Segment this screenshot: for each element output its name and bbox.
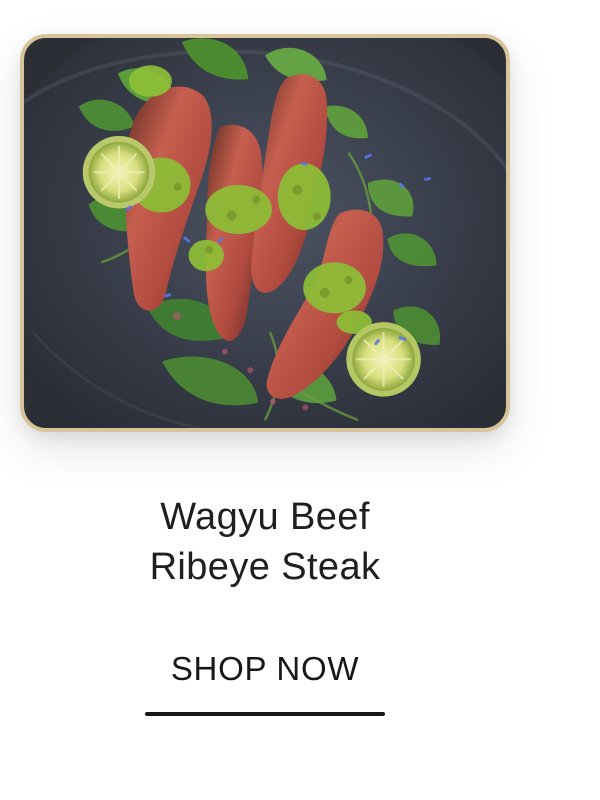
product-page: Wagyu Beef Ribeye Steak SHOP NOW (0, 0, 600, 800)
product-image-card[interactable] (20, 34, 510, 432)
steak-plate-image (24, 38, 506, 428)
product-title-line-1: Wagyu Beef (160, 496, 370, 538)
product-title-line-2: Ribeye Steak (149, 546, 381, 588)
shop-now-button[interactable]: SHOP NOW (145, 648, 385, 718)
shop-now-label: SHOP NOW (170, 650, 360, 687)
product-title: Wagyu Beef Ribeye Steak (0, 492, 530, 592)
product-title-wrap: Wagyu Beef Ribeye Steak (0, 492, 530, 592)
shop-now-underline (145, 712, 385, 716)
